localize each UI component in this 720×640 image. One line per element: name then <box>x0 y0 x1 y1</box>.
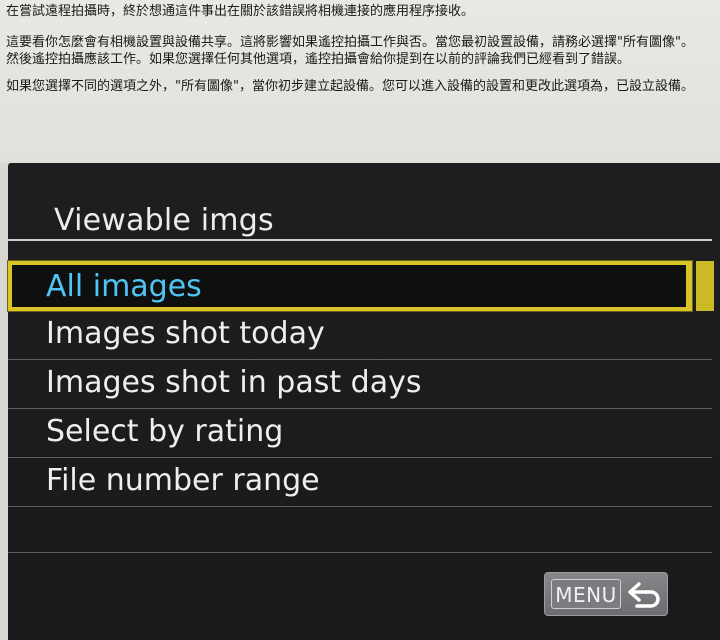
viewable-images-menu: All images Images shot today Images shot… <box>8 261 720 553</box>
camera-lcd-screen: Viewable imgs All images Images shot tod… <box>8 163 720 640</box>
menu-item-label: Images shot today <box>46 316 325 351</box>
return-arrow-icon <box>628 582 660 608</box>
document-text-area: 在嘗試遠程拍攝時，終於想通這件事出在關於該錯誤將相機連接的應用程序接收。 這要看… <box>0 0 720 163</box>
menu-item-images-shot-today[interactable]: Images shot today <box>8 311 712 360</box>
menu-item-select-by-rating[interactable]: Select by rating <box>8 409 712 458</box>
menu-item-images-shot-past-days[interactable]: Images shot in past days <box>8 360 712 409</box>
screen-title: Viewable imgs <box>54 203 274 238</box>
menu-item-all-images[interactable]: All images <box>8 261 692 311</box>
menu-item-label: File number range <box>46 463 320 498</box>
doc-paragraph-3: 如果您選擇不同的選項之外，"所有圖像"，當你初步建立起設備。您可以進入設備的設置… <box>6 79 694 94</box>
doc-paragraph-1: 在嘗試遠程拍攝時，終於想通這件事出在關於該錯誤將相機連接的應用程序接收。 <box>6 4 475 19</box>
menu-item-label: Images shot in past days <box>46 365 422 400</box>
menu-item-empty-row <box>8 507 712 553</box>
doc-paragraph-2: 這要看你怎麼會有相機設置與設備共享。這將影響如果遙控拍攝工作與否。當您最初設置設… <box>6 35 694 67</box>
title-divider <box>8 239 712 241</box>
menu-item-label: Select by rating <box>46 414 284 449</box>
menu-item-file-number-range[interactable]: File number range <box>8 458 712 507</box>
menu-return-button[interactable]: MENU <box>544 572 668 616</box>
menu-item-label: All images <box>46 269 202 304</box>
menu-button-label: MENU <box>551 579 621 609</box>
